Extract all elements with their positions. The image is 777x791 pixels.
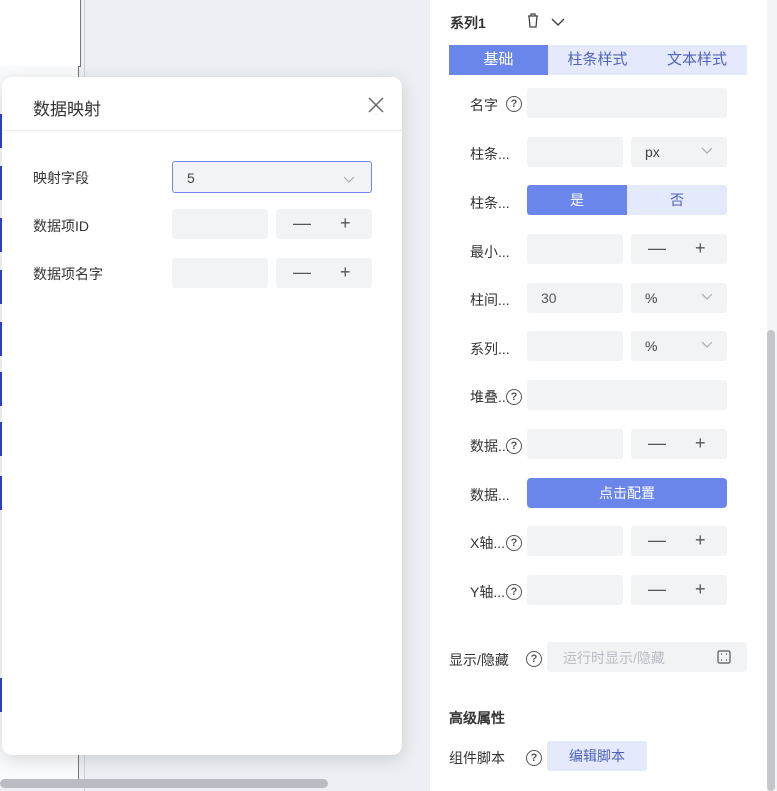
increment-button[interactable]: +: [695, 238, 706, 259]
chevron-down-icon[interactable]: [551, 14, 565, 30]
min-height-input[interactable]: [527, 234, 623, 264]
increment-button[interactable]: +: [340, 213, 351, 234]
toggle-no-button[interactable]: 否: [627, 185, 727, 215]
data-label-a: 数据...: [470, 438, 510, 454]
close-icon[interactable]: [368, 97, 384, 116]
item-name-input[interactable]: [172, 258, 268, 288]
bar-gap-input[interactable]: 30: [527, 283, 623, 313]
vertical-scrollbar[interactable]: [767, 330, 775, 791]
visibility-label: 显示/隐藏: [449, 652, 509, 668]
item-id-stepper[interactable]: — +: [276, 209, 372, 239]
x-axis-label: X轴...: [470, 535, 506, 551]
increment-button[interactable]: +: [695, 530, 706, 551]
decrement-button[interactable]: —: [648, 530, 666, 551]
dialog-divider: [2, 130, 402, 131]
visibility-input[interactable]: 运行时显示/隐藏: [547, 642, 747, 672]
horizontal-scrollbar[interactable]: [0, 779, 328, 788]
help-icon[interactable]: ?: [526, 750, 542, 766]
canvas-widget: [0, 0, 81, 67]
decrement-button[interactable]: —: [648, 238, 666, 259]
name-label: 名字: [470, 97, 498, 113]
bar-width-label: 柱条...: [470, 146, 510, 162]
trash-icon[interactable]: [526, 12, 540, 31]
series-gap-label: 系列...: [470, 341, 510, 357]
increment-button[interactable]: +: [695, 579, 706, 600]
script-label: 组件脚本: [449, 750, 505, 766]
help-icon[interactable]: ?: [506, 535, 522, 551]
series-gap-input[interactable]: [527, 331, 623, 361]
y-axis-stepper[interactable]: — +: [631, 575, 727, 605]
help-icon[interactable]: ?: [506, 438, 522, 454]
tab-basic[interactable]: 基础: [449, 45, 548, 75]
dialog-title: 数据映射: [33, 100, 101, 119]
expand-icon[interactable]: [717, 650, 731, 667]
stack-input[interactable]: [527, 380, 727, 410]
decrement-button[interactable]: —: [293, 213, 311, 234]
property-panel: 系列1 基础 柱条样式 文本样式 名字 ? 柱条... px 柱条... 是 否…: [430, 0, 767, 791]
y-axis-input[interactable]: [527, 575, 623, 605]
toggle-yes-button[interactable]: 是: [527, 185, 627, 215]
item-id-label: 数据项ID: [33, 218, 89, 234]
stack-label: 堆叠...: [470, 389, 510, 405]
help-icon[interactable]: ?: [526, 651, 542, 667]
decrement-button[interactable]: —: [648, 579, 666, 600]
bar-width-input[interactable]: [527, 137, 623, 167]
series-gap-unit-select[interactable]: %: [631, 331, 727, 361]
data-label-b: 数据...: [470, 487, 510, 503]
help-icon[interactable]: ?: [506, 584, 522, 600]
item-id-input[interactable]: [172, 209, 268, 239]
item-name-stepper[interactable]: — +: [276, 258, 372, 288]
y-axis-label: Y轴...: [470, 584, 506, 600]
bar-gap-unit-select[interactable]: %: [631, 283, 727, 313]
chevron-down-icon: [343, 171, 355, 187]
mapping-field-select[interactable]: 5: [172, 161, 372, 193]
chevron-down-icon: [701, 341, 713, 348]
bar-width-unit-select[interactable]: px: [631, 137, 727, 167]
decrement-button[interactable]: —: [648, 433, 666, 454]
tab-bar-style[interactable]: 柱条样式: [548, 45, 647, 75]
edit-script-button[interactable]: 编辑脚本: [547, 741, 647, 771]
advanced-title: 高级属性: [449, 710, 505, 726]
min-height-label: 最小...: [470, 244, 510, 260]
help-icon[interactable]: ?: [506, 96, 522, 112]
data-a-input[interactable]: [527, 429, 623, 459]
x-axis-input[interactable]: [527, 526, 623, 556]
data-a-stepper[interactable]: — +: [631, 429, 727, 459]
name-input[interactable]: [527, 88, 727, 118]
tab-text-style[interactable]: 文本样式: [647, 45, 747, 75]
increment-button[interactable]: +: [340, 262, 351, 283]
item-name-label: 数据项名字: [33, 266, 103, 282]
configure-button[interactable]: 点击配置: [527, 478, 727, 508]
help-icon[interactable]: ?: [506, 389, 522, 405]
series-title: 系列1: [450, 15, 486, 31]
data-mapping-dialog: 数据映射 映射字段 5 数据项ID — + 数据项名字 — +: [2, 77, 402, 755]
chevron-down-icon: [701, 147, 713, 154]
min-height-stepper[interactable]: — +: [631, 234, 727, 264]
decrement-button[interactable]: —: [293, 262, 311, 283]
chevron-down-icon: [701, 293, 713, 300]
bar-gap-label: 柱间...: [470, 292, 510, 308]
x-axis-stepper[interactable]: — +: [631, 526, 727, 556]
mapping-field-label: 映射字段: [33, 170, 89, 186]
increment-button[interactable]: +: [695, 433, 706, 454]
bar-toggle-label: 柱条...: [470, 195, 510, 211]
